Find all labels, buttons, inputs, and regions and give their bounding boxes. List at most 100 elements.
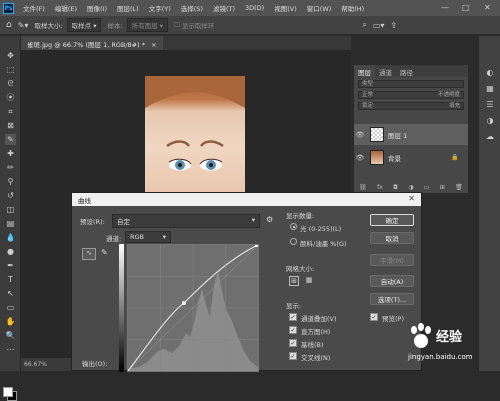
link-layers-icon[interactable]: ⛓	[359, 184, 367, 191]
ok-button[interactable]: 确定	[370, 214, 414, 226]
preview-checkbox[interactable]: ✓	[370, 313, 378, 321]
channel-overlays-checkbox[interactable]: ✓	[289, 313, 297, 321]
type-tool-icon[interactable]: T	[5, 274, 16, 285]
opacity-label: 不透明度	[437, 92, 460, 98]
new-layer-icon[interactable]: ⊞	[440, 184, 445, 191]
color-swatches[interactable]	[3, 387, 17, 401]
workspace-icon[interactable]: ▭▾	[373, 21, 385, 30]
foreground-color[interactable]	[3, 387, 13, 397]
menu-3d[interactable]: 3D(D)	[240, 4, 269, 12]
light-radio[interactable]	[290, 223, 297, 230]
curves-dialog-titlebar[interactable]: 曲线 ✕	[72, 193, 421, 206]
menu-window[interactable]: 窗口(W)	[302, 3, 337, 13]
marquee-tool-icon[interactable]: ⬚	[5, 64, 16, 75]
curve-control-point[interactable]	[182, 301, 186, 305]
curve-point-edit-icon[interactable]: ∿	[82, 248, 96, 260]
add-mask-icon[interactable]: ◘	[393, 184, 398, 191]
blend-mode-row[interactable]: 正常 不透明度	[358, 91, 464, 99]
more-tools-icon[interactable]: ⋯	[5, 344, 16, 355]
clone-stamp-icon[interactable]: ⚲	[5, 176, 16, 187]
move-tool-icon[interactable]: ✥	[5, 50, 16, 61]
delete-layer-icon[interactable]: 🗑	[455, 184, 463, 191]
close-tab-icon[interactable]: ×	[151, 41, 156, 49]
eraser-tool-icon[interactable]: ◫	[5, 204, 16, 215]
layer-row-layer1[interactable]: 👁 图层 1	[354, 124, 468, 145]
menu-view[interactable]: 视图(V)	[269, 3, 302, 13]
minimize-button[interactable]: —	[441, 3, 449, 12]
tab-channels[interactable]: 通道	[375, 65, 396, 77]
color-panel-icon[interactable]: ◐	[484, 66, 496, 78]
healing-brush-icon[interactable]: ✚	[5, 148, 16, 159]
rectangle-tool-icon[interactable]: ▭	[5, 302, 16, 313]
curve-pencil-icon[interactable]: ✎	[101, 248, 108, 257]
pigment-radio[interactable]	[290, 238, 297, 245]
dialog-close-icon[interactable]: ✕	[408, 194, 415, 203]
menu-help[interactable]: 帮助(H)	[336, 3, 369, 13]
curve-endpoint[interactable]	[255, 244, 258, 247]
tab-layers[interactable]: 图层	[354, 65, 375, 77]
visibility-eye-icon[interactable]: 👁	[354, 154, 366, 162]
lock-row[interactable]: 锁定: 填充	[358, 102, 464, 110]
swatches-panel-icon[interactable]: ▦	[484, 82, 496, 94]
maximize-button[interactable]: □	[462, 3, 470, 12]
layer-row-background[interactable]: 👁 背景 🔒	[354, 147, 468, 168]
channel-dropdown[interactable]: RGB ▾	[125, 231, 171, 243]
menu-layer[interactable]: 图层(L)	[112, 3, 144, 13]
smooth-button[interactable]: 平滑(M)	[370, 254, 414, 266]
show-label: 显示:	[286, 302, 302, 310]
show-ring-checkbox[interactable]: ☐	[174, 21, 180, 29]
menu-edit[interactable]: 编辑(E)	[50, 3, 82, 13]
libraries-panel-icon[interactable]: ☁	[484, 130, 496, 142]
preview-label: 预览(P)	[382, 315, 404, 323]
cancel-button[interactable]: 取消	[370, 232, 414, 244]
tab-paths[interactable]: 路径	[396, 65, 417, 77]
frame-tool-icon[interactable]: ⊠	[5, 120, 16, 131]
baseline-checkbox[interactable]: ✓	[289, 339, 297, 347]
sample-dropdown[interactable]: 所有图层 ▾	[126, 18, 169, 32]
share-icon[interactable]: ⇪	[390, 21, 397, 30]
path-select-icon[interactable]: ↖	[5, 288, 16, 299]
blur-tool-icon[interactable]: 💧	[5, 232, 16, 243]
hand-tool-icon[interactable]: ✋	[5, 316, 16, 327]
document-tab[interactable]: 雀斑.jpg @ 66.7% (图层 1, RGB/8#) * ×	[21, 36, 163, 50]
crop-tool-icon[interactable]: ⌗	[5, 106, 16, 117]
preset-options-gear-icon[interactable]: ⚙	[266, 215, 273, 224]
menu-select[interactable]: 选择(S)	[176, 3, 208, 13]
eyedropper-icon[interactable]: ✎	[5, 134, 16, 145]
zoom-tool-icon[interactable]: 🔍	[5, 330, 16, 341]
history-brush-icon[interactable]: ↺	[5, 190, 16, 201]
preset-dropdown[interactable]: 自定 ▾	[112, 214, 260, 228]
intersection-line-checkbox[interactable]: ✓	[289, 352, 297, 360]
lasso-tool-icon[interactable]: ᘓ	[5, 78, 16, 89]
quick-select-tool-icon[interactable]: ⦿	[5, 92, 16, 103]
menu-filter[interactable]: 滤镜(T)	[208, 3, 240, 13]
options-button[interactable]: 选项(T)...	[370, 293, 414, 305]
pigment-option-label: 颜料/油墨 %(G)	[300, 240, 347, 248]
eyedropper-tool-icon[interactable]: ✎▾	[18, 21, 29, 30]
menu-type[interactable]: 文字(Y)	[144, 3, 176, 13]
pen-tool-icon[interactable]: ✒	[5, 260, 16, 271]
curve-graph[interactable]	[127, 244, 259, 372]
layer-kind-filter[interactable]: 类型	[358, 80, 464, 88]
brush-tool-icon[interactable]: ✏	[5, 162, 16, 173]
dodge-tool-icon[interactable]: ●	[5, 246, 16, 257]
home-icon[interactable]: ⌂	[6, 20, 12, 30]
adjustments-panel-icon[interactable]: ◑	[484, 114, 496, 126]
adjustment-layer-icon[interactable]: ◑	[408, 184, 413, 191]
menu-file[interactable]: 文件(F)	[18, 3, 50, 13]
histogram-checkbox[interactable]: ✓	[289, 326, 297, 334]
sample-size-dropdown[interactable]: 取样点 ▾	[66, 18, 102, 32]
menu-image[interactable]: 图像(I)	[82, 3, 112, 13]
layer-style-icon[interactable]: fx	[377, 184, 383, 191]
search-icon[interactable]: ⌕	[362, 20, 366, 30]
auto-button[interactable]: 自动(A)	[370, 275, 414, 287]
new-group-icon[interactable]: ▭	[424, 184, 430, 191]
close-window-button[interactable]: ✕	[484, 3, 491, 12]
visibility-eye-icon[interactable]: 👁	[354, 131, 366, 139]
preset-label: 预设(R):	[80, 218, 105, 226]
simple-grid-icon[interactable]: ⊞	[289, 276, 299, 286]
properties-panel-icon[interactable]: ☰	[484, 98, 496, 110]
watermark-text: 经验	[436, 330, 463, 345]
gradient-tool-icon[interactable]: ▤	[5, 218, 16, 229]
detailed-grid-icon[interactable]: ▦	[304, 276, 314, 286]
